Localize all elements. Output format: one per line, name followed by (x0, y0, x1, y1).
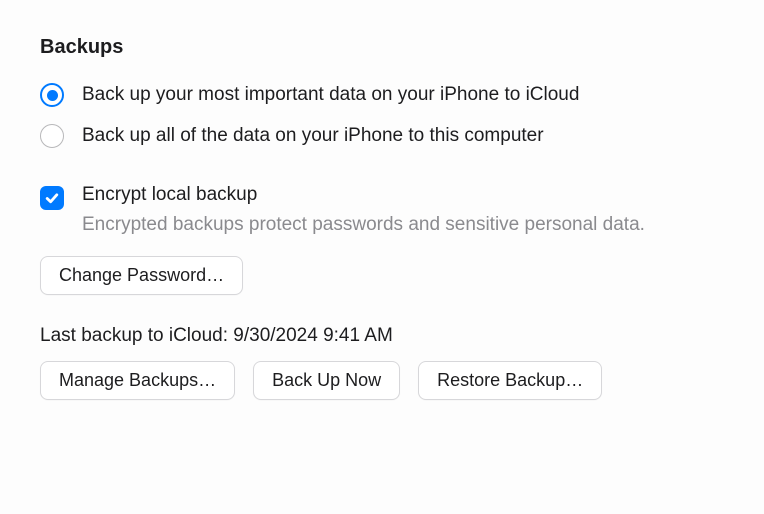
radio-selected-icon (40, 83, 64, 107)
last-backup-status: Last backup to iCloud: 9/30/2024 9:41 AM (40, 325, 724, 347)
backups-heading: Backups (40, 36, 724, 59)
encrypt-text-block: Encrypt local backup Encrypted backups p… (82, 184, 645, 236)
backup-option-local[interactable]: Back up all of the data on your iPhone t… (40, 124, 724, 149)
backup-option-icloud-label: Back up your most important data on your… (82, 83, 579, 108)
encrypt-label: Encrypt local backup (82, 184, 645, 206)
backup-action-bar: Manage Backups… Back Up Now Restore Back… (40, 361, 724, 400)
change-password-button[interactable]: Change Password… (40, 256, 243, 295)
backup-option-local-label: Back up all of the data on your iPhone t… (82, 124, 544, 149)
manage-backups-button[interactable]: Manage Backups… (40, 361, 235, 400)
encrypt-local-backup-row[interactable]: Encrypt local backup Encrypted backups p… (40, 184, 724, 236)
back-up-now-button[interactable]: Back Up Now (253, 361, 400, 400)
checkbox-checked-icon (40, 186, 64, 210)
backup-option-icloud[interactable]: Back up your most important data on your… (40, 83, 724, 108)
radio-unselected-icon (40, 124, 64, 148)
encrypt-sublabel: Encrypted backups protect passwords and … (82, 214, 645, 236)
restore-backup-button[interactable]: Restore Backup… (418, 361, 602, 400)
